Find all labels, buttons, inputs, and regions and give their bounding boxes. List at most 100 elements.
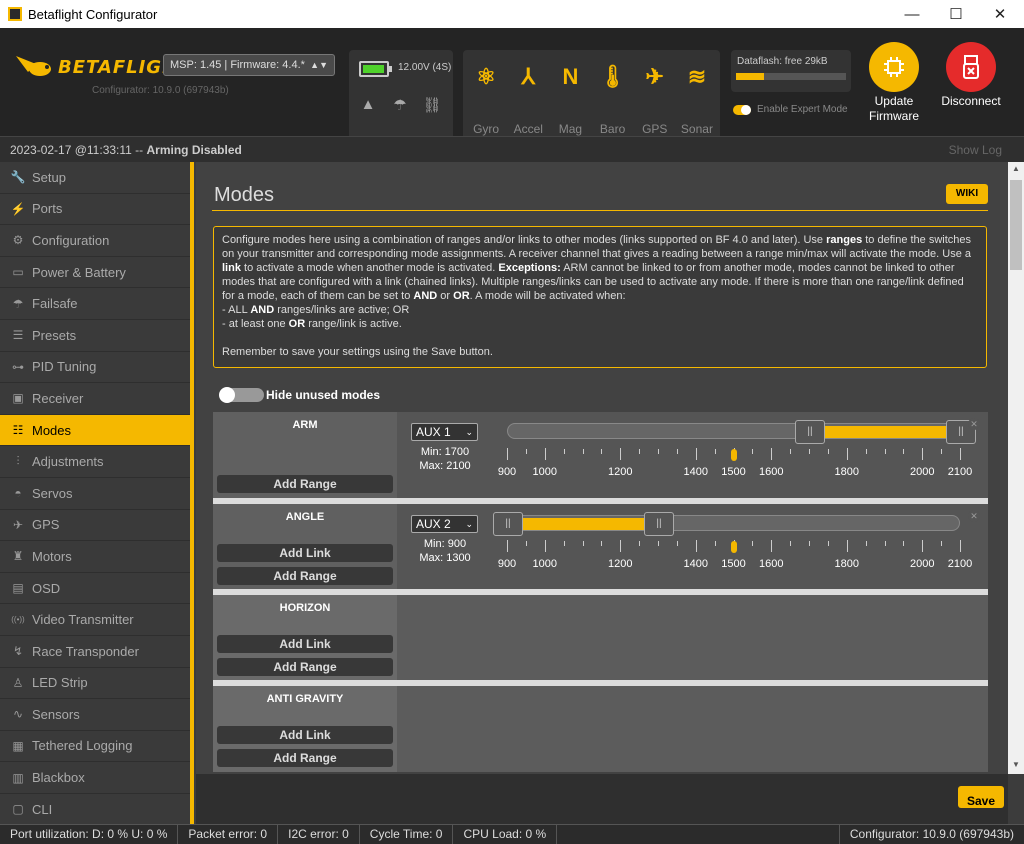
range-min-handle[interactable]: || (795, 420, 825, 444)
modes-tab-content: Modes WIKI Configure modes here using a … (196, 162, 1008, 774)
sidebar-item-label: Receiver (32, 390, 84, 406)
range-fill (508, 518, 659, 530)
add-range-button[interactable]: Add Range (217, 749, 393, 767)
main-scrollbar[interactable]: ▲ ▼ (1008, 162, 1024, 774)
sidebar-item-configuration[interactable]: ⚙ Configuration (0, 225, 190, 257)
sidebar-item-receiver[interactable]: ▣ Receiver (0, 383, 190, 415)
sidebar-item-gps[interactable]: ✈ GPS (0, 510, 190, 542)
scale-tick (525, 449, 527, 454)
sidebar-item-power-battery[interactable]: ▭ Power & Battery (0, 257, 190, 289)
help-list-2c: range/link is active. (305, 318, 402, 330)
scroll-up-icon[interactable]: ▲ (1008, 164, 1024, 173)
scroll-down-icon[interactable]: ▼ (1008, 760, 1024, 769)
scale-label: 2000 (910, 466, 935, 478)
expert-mode-switch[interactable] (733, 104, 751, 115)
range-min-label: Min: 900 (423, 538, 467, 550)
sensor-label: Accel (513, 122, 543, 136)
update-firmware-button[interactable]: Update Firmware (854, 42, 934, 124)
expert-mode-label: Enable Expert Mode (757, 104, 848, 115)
scale-tick (601, 449, 603, 454)
range-min-handle[interactable]: || (493, 512, 523, 536)
sidebar-item-tethered-logging[interactable]: ▦ Tethered Logging (0, 731, 190, 763)
scale-tick (922, 540, 924, 552)
add-link-button[interactable]: Add Link (217, 544, 393, 562)
scale-tick (639, 449, 641, 454)
wiki-button[interactable]: WIKI (946, 184, 988, 204)
mode-info: ARM Add Range (213, 412, 397, 498)
scale-tick (827, 449, 829, 454)
sensor-panel: ⚛ Gyro ⅄ Accel N Mag 🌡 Baro ✈ GPS ≋ Sonar (463, 50, 720, 142)
help-bold-and: AND (413, 290, 438, 302)
save-button[interactable]: Save (958, 786, 1004, 808)
sidebar-item-failsafe[interactable]: ☂ Failsafe (0, 288, 190, 320)
remove-range-icon[interactable]: ✕ (968, 418, 980, 430)
scale-label: 1600 (759, 558, 784, 570)
sidebar-item-label: Sensors (32, 706, 80, 722)
channel-select[interactable]: AUX 1 ⌄ (411, 423, 478, 441)
sidebar-item-modes[interactable]: ☷ Modes (0, 414, 190, 447)
scale-tick (790, 449, 792, 454)
sidebar-item-setup[interactable]: 🔧 Setup (0, 162, 190, 194)
scale-tick (601, 541, 603, 546)
scrollbar-thumb[interactable] (1010, 180, 1022, 270)
add-range-button[interactable]: Add Range (217, 475, 393, 493)
warning-icon: ▲ (360, 96, 376, 113)
sidebar-item-ports[interactable]: ⚡ Ports (0, 194, 190, 226)
parachute-icon: ☂ (12, 296, 24, 311)
msp-select-value: MSP: 1.45 | Firmware: 4.4.* (170, 59, 305, 71)
range-max-handle[interactable]: || (644, 512, 674, 536)
baro-icon: 🌡 (598, 64, 627, 89)
add-link-button[interactable]: Add Link (217, 726, 393, 744)
packet-error: Packet error: 0 (178, 825, 279, 844)
range-slider[interactable]: || || (493, 512, 960, 536)
close-icon[interactable]: ✕ (978, 0, 1022, 28)
expert-mode-toggle[interactable]: Enable Expert Mode (733, 104, 848, 115)
sidebar-item-label: Video Transmitter (32, 612, 134, 628)
chevron-down-icon: ⌄ (465, 427, 473, 437)
scale-tick (544, 540, 546, 552)
msp-firmware-select[interactable]: MSP: 1.45 | Firmware: 4.4.* ▲▼ (163, 54, 335, 76)
sidebar-item-label: Blackbox (32, 770, 85, 786)
scale-tick (752, 541, 754, 546)
scale-label: 1200 (608, 466, 633, 478)
update-firmware-line1: Update (874, 94, 914, 108)
range-min-label: Min: 1700 (420, 446, 470, 458)
scale-tick (922, 448, 924, 460)
scale-label: 1000 (532, 466, 557, 478)
add-link-button[interactable]: Add Link (217, 635, 393, 653)
remove-range-icon[interactable]: ✕ (968, 510, 980, 522)
receiver-icon: ▣ (12, 391, 24, 406)
sidebar-item-osd[interactable]: ▤ OSD (0, 573, 190, 605)
sidebar-item-adjustments[interactable]: ⫶ Adjustments (0, 446, 190, 478)
scale-tick (582, 541, 584, 546)
add-range-button[interactable]: Add Range (217, 567, 393, 585)
add-range-button[interactable]: Add Range (217, 658, 393, 676)
disconnect-button[interactable]: Disconnect (931, 42, 1011, 109)
sidebar-item-pid-tuning[interactable]: ⊶ PID Tuning (0, 352, 190, 384)
minimize-icon[interactable]: — (890, 0, 934, 28)
sidebar-item-motors[interactable]: ♜ Motors (0, 541, 190, 573)
maximize-icon[interactable]: ☐ (934, 0, 978, 28)
scale-label: 900 (497, 558, 517, 570)
sidebar-item-cli[interactable]: ▢ CLI (0, 794, 190, 826)
sidebar-item-video-transmitter[interactable]: ((•)) Video Transmitter (0, 604, 190, 636)
sidebar-item-presets[interactable]: ☰ Presets (0, 320, 190, 352)
bottom-status-bar: Port utilization: D: 0 % U: 0 % Packet e… (0, 824, 1024, 844)
status-bar: 2023-02-17 @11:33:11 -- Arming Disabled … (0, 136, 1024, 162)
sidebar-item-servos[interactable]: ◓ Servos (0, 478, 190, 510)
sidebar-item-sensors[interactable]: ∿ Sensors (0, 699, 190, 731)
window-titlebar: Betaflight Configurator — ☐ ✕ (0, 0, 1024, 28)
scale-tick (771, 448, 773, 460)
battery-icon (359, 61, 392, 77)
sidebar-item-led-strip[interactable]: ♙ LED Strip (0, 668, 190, 700)
scale-tick (620, 540, 622, 552)
scale-tick (960, 540, 961, 552)
show-log-link[interactable]: Show Log (949, 143, 1002, 157)
sidebar-item-race-transponder[interactable]: ↯ Race Transponder (0, 636, 190, 668)
channel-select-value: AUX 1 (416, 425, 451, 439)
battery-voltage: 12.00V (4S) (398, 62, 452, 73)
range-slider[interactable]: || || (507, 420, 976, 444)
hide-unused-toggle[interactable] (219, 387, 264, 403)
channel-select[interactable]: AUX 2 ⌄ (411, 515, 478, 533)
sidebar-item-blackbox[interactable]: ▥ Blackbox (0, 762, 190, 794)
